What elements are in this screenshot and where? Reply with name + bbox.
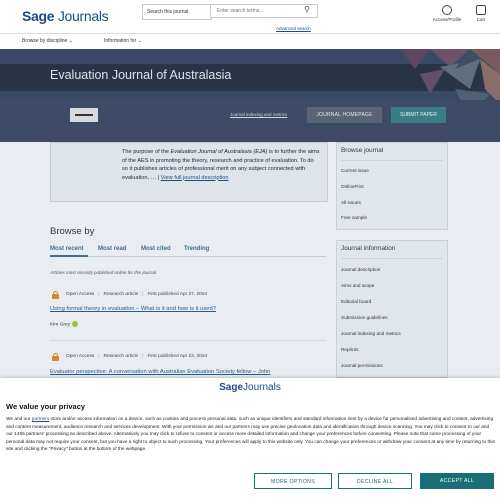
article-title-link[interactable]: Using formal theory in evaluation – What… [50, 306, 216, 312]
description-pre: The purpose of the [122, 149, 171, 155]
journal-information-heading: Journal information [341, 245, 396, 252]
view-full-description-link[interactable]: View full journal description [161, 175, 229, 181]
site-logo[interactable]: Sage Journals [22, 8, 109, 24]
sidebar-divider [341, 160, 443, 161]
active-tab-indicator [50, 255, 88, 257]
logo-rest: Journals [57, 8, 109, 24]
cart-button[interactable]: Cart [471, 5, 491, 22]
open-access-icon [52, 291, 59, 299]
cart-icon [476, 5, 486, 15]
article-divider [50, 340, 326, 341]
logo-bold: Sage [22, 8, 55, 24]
article-type: Research article [103, 354, 139, 359]
account-button[interactable]: Access/Profile [430, 5, 464, 22]
decline-all-button[interactable]: DECLINE ALL [338, 473, 412, 489]
sidebar-link-free-sample[interactable]: Free sample [341, 215, 367, 220]
page: Sage Journals Search this journal ⚲ Adva… [0, 0, 500, 500]
main-nav: Browse by discipline ⌄ Information for ⌄ [0, 33, 500, 50]
orcid-icon [72, 321, 78, 327]
search-icon[interactable]: ⚲ [300, 5, 314, 17]
article-meta: Open Access | Research article | First publi… [66, 292, 208, 297]
cart-label: Cart [476, 17, 486, 22]
cookie-text-post: store and/or access information on a dev… [6, 417, 495, 453]
logo-bold: Sage [219, 382, 244, 393]
nav-browse-discipline[interactable]: Browse by discipline ⌄ [22, 38, 73, 44]
more-options-button[interactable]: MORE OPTIONS [254, 473, 332, 489]
sidebar-link-journal-description[interactable]: Journal description [341, 267, 380, 272]
sidebar-link-current-issue[interactable]: Current issue [341, 168, 369, 173]
sidebar-link-indexing-metrics[interactable]: Journal indexing and metrics [341, 331, 401, 336]
sidebar-link-editorial-board[interactable]: Editorial board [341, 299, 371, 304]
journal-information-panel [336, 240, 448, 378]
cookie-text-pre: We and our [6, 417, 32, 422]
chevron-down-icon: ⌄ [68, 38, 73, 44]
journal-description: The purpose of the Evaluation Journal of… [122, 148, 320, 182]
nav-label: Browse by discipline [22, 38, 68, 44]
nav-label: Information for [104, 38, 137, 44]
access-label: Open Access [66, 354, 95, 359]
sidebar-link-all-issues[interactable]: All issues [341, 200, 361, 205]
journal-title: Evaluation Journal of Australasia [50, 68, 232, 82]
author-name: Kim Grey [50, 322, 70, 328]
description-italic: Evaluation Journal of Australasia (EJA) [170, 149, 268, 155]
sidebar-link-aims-scope[interactable]: Aims and scope [341, 283, 374, 288]
tab-most-recent[interactable]: Most recent [50, 246, 84, 252]
partners-link[interactable]: partners [32, 417, 49, 422]
account-label: Access/Profile [432, 17, 462, 22]
article-title-link[interactable]: Evaluator perspective: A conversation wi… [50, 369, 270, 375]
access-label: Open Access [66, 292, 95, 297]
user-icon [442, 5, 452, 15]
logo-rest: Journals [243, 382, 281, 393]
top-header: Sage Journals Search this journal ⚲ Adva… [0, 0, 500, 33]
chevron-down-icon: ⌄ [137, 38, 142, 44]
article-meta: Open Access | Research article | First publi… [66, 354, 208, 359]
sidebar-link-permissions[interactable]: Journal permissions [341, 363, 383, 368]
tab-subtitle: Articles most recently published online … [50, 270, 158, 275]
sidebar-divider [341, 258, 443, 259]
journal-indexing-link[interactable]: Journal indexing and metrics [230, 112, 287, 117]
tabs-divider [50, 256, 326, 257]
article-type: Research article [103, 292, 139, 297]
search-scope-select[interactable]: Search this journal [142, 4, 212, 20]
tab-trending[interactable]: Trending [184, 246, 209, 252]
cookie-logo: SageJournals [0, 382, 500, 393]
open-access-icon [52, 353, 59, 361]
accept-all-button[interactable]: ACCEPT ALL [420, 473, 494, 489]
cookie-text: We and our partners store and/or access … [6, 416, 496, 454]
published-date: First published Apr 27, 2024 [147, 292, 208, 297]
journal-cover-logo [70, 108, 98, 122]
tab-most-read[interactable]: Most read [98, 246, 126, 252]
browse-heading: Browse by [50, 226, 95, 237]
tab-most-cited[interactable]: Most cited [141, 246, 171, 252]
browse-journal-heading: Browse journal [341, 147, 384, 154]
sidebar-link-submission-guidelines[interactable]: Submission guidelines [341, 315, 388, 320]
journal-homepage-button[interactable]: JOURNAL HOMEPAGE [307, 107, 382, 123]
sidebar-link-onlinefirst[interactable]: OnlineFirst [341, 184, 364, 189]
submit-paper-button[interactable]: SUBMIT PAPER [391, 107, 446, 123]
advanced-search-link[interactable]: Advanced search [276, 26, 311, 31]
nav-information-for[interactable]: Information for ⌄ [104, 38, 142, 44]
article-author[interactable]: Kim Grey [50, 321, 78, 327]
published-date: First published Apr 23, 2024 [147, 354, 208, 359]
cookie-heading: We value your privacy [6, 402, 86, 411]
sidebar-link-reprints[interactable]: Reprints [341, 347, 358, 352]
